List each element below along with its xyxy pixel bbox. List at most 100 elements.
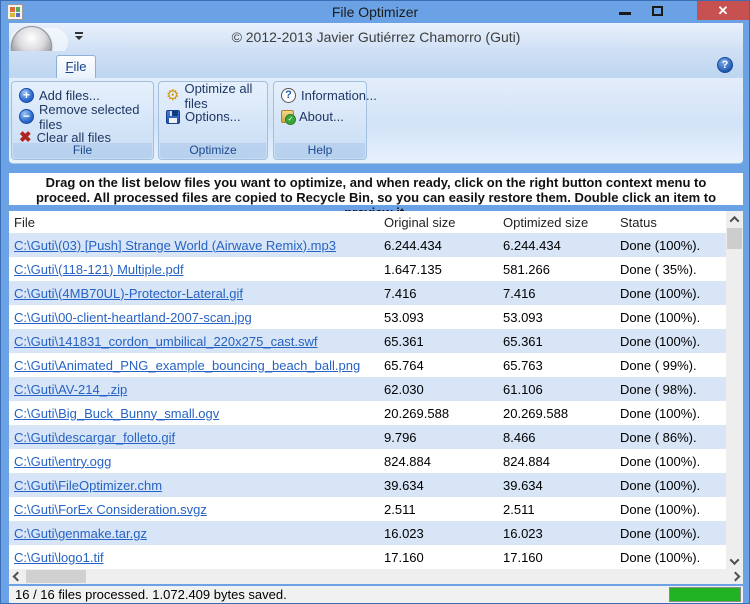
maximize-button[interactable] — [643, 1, 671, 20]
information-button[interactable]: ? Information... — [274, 85, 366, 106]
column-header-optimized-size[interactable]: Optimized size — [498, 215, 615, 230]
file-link[interactable]: C:\Guti\entry.ogg — [14, 454, 111, 469]
group-label-help: Help — [275, 143, 365, 158]
button-label: Remove selected files — [39, 102, 153, 132]
table-row[interactable]: C:\Guti\Animated_PNG_example_bouncing_be… — [9, 353, 726, 377]
file-link[interactable]: C:\Guti\AV-214_.zip — [14, 382, 127, 397]
group-label-file: File — [13, 143, 152, 158]
scroll-up-button[interactable] — [726, 211, 743, 227]
chevron-down-icon — [75, 36, 83, 40]
status-cell: Done (100%). — [615, 310, 726, 325]
original-size-cell: 7.416 — [379, 286, 498, 301]
table-row[interactable]: C:\Guti\00-client-heartland-2007-scan.jp… — [9, 305, 726, 329]
minimize-icon — [619, 12, 631, 15]
table-row[interactable]: C:\Guti\FileOptimizer.chm 39.634 39.634 … — [9, 473, 726, 497]
table-row[interactable]: C:\Guti\(03) [Push] Strange World (Airwa… — [9, 233, 726, 257]
table-row[interactable]: C:\Guti\entry.ogg 824.884 824.884 Done (… — [9, 449, 726, 473]
table-row[interactable]: C:\Guti\AV-214_.zip 62.030 61.106 Done (… — [9, 377, 726, 401]
optimized-size-cell: 8.466 — [498, 430, 615, 445]
table-row[interactable]: C:\Guti\ForEx Consideration.svgz 2.511 2… — [9, 497, 726, 521]
file-cell: C:\Guti\entry.ogg — [9, 454, 379, 469]
optimized-size-cell: 39.634 — [498, 478, 615, 493]
status-cell: Done (100%). — [615, 478, 726, 493]
table-row[interactable]: C:\Guti\141831_cordon_umbilical_220x275_… — [9, 329, 726, 353]
file-link[interactable]: C:\Guti\00-client-heartland-2007-scan.jp… — [14, 310, 252, 325]
table-row[interactable]: C:\Guti\descargar_folleto.gif 9.796 8.46… — [9, 425, 726, 449]
button-label: Optimize all files — [184, 81, 267, 111]
file-link[interactable]: C:\Guti\(118-121) Multiple.pdf — [14, 262, 184, 277]
original-size-cell: 17.160 — [379, 550, 498, 565]
horizontal-scrollbar[interactable] — [9, 569, 743, 584]
file-link[interactable]: C:\Guti\genmake.tar.gz — [14, 526, 147, 541]
file-link[interactable]: C:\Guti\141831_cordon_umbilical_220x275_… — [14, 334, 318, 349]
column-header-status[interactable]: Status — [615, 215, 726, 230]
column-header-original-size[interactable]: Original size — [379, 215, 498, 230]
instruction-text: Drag on the list below files you want to… — [9, 173, 743, 205]
vertical-scroll-thumb[interactable] — [727, 228, 742, 249]
optimized-size-cell: 20.269.588 — [498, 406, 615, 421]
status-cell: Done ( 99%). — [615, 358, 726, 373]
help-icon[interactable]: ? — [717, 57, 733, 73]
optimized-size-cell: 6.244.434 — [498, 238, 615, 253]
vertical-scrollbar[interactable] — [726, 211, 743, 569]
quick-access-toolbar-arrow[interactable] — [74, 32, 83, 40]
file-link[interactable]: C:\Guti\logo1.tif — [14, 550, 104, 565]
chevron-left-icon — [12, 572, 22, 582]
about-icon — [281, 110, 294, 123]
close-button[interactable]: ✕ — [697, 1, 749, 20]
status-cell: Done (100%). — [615, 406, 726, 421]
app-window: File Optimizer ✕ © 2012-2013 Javier Guti… — [0, 0, 750, 604]
scroll-down-button[interactable] — [726, 553, 743, 569]
column-header-file[interactable]: File — [9, 215, 379, 230]
table-row[interactable]: C:\Guti\(4MB70UL)-Protector-Lateral.gif … — [9, 281, 726, 305]
original-size-cell: 65.764 — [379, 358, 498, 373]
original-size-cell: 2.511 — [379, 502, 498, 517]
file-link[interactable]: C:\Guti\ForEx Consideration.svgz — [14, 502, 207, 517]
status-cell: Done ( 98%). — [615, 382, 726, 397]
original-size-cell: 824.884 — [379, 454, 498, 469]
information-icon: ? — [281, 88, 296, 103]
file-link[interactable]: C:\Guti\FileOptimizer.chm — [14, 478, 162, 493]
optimized-size-cell: 581.266 — [498, 262, 615, 277]
optimized-size-cell: 2.511 — [498, 502, 615, 517]
tab-file[interactable]: File — [56, 55, 96, 78]
about-button[interactable]: About... — [274, 106, 366, 127]
status-cell: Done (100%). — [615, 550, 726, 565]
table-row[interactable]: C:\Guti\genmake.tar.gz 16.023 16.023 Don… — [9, 521, 726, 545]
remove-selected-files-button[interactable]: − Remove selected files — [12, 106, 153, 127]
original-size-cell: 65.361 — [379, 334, 498, 349]
optimized-size-cell: 824.884 — [498, 454, 615, 469]
original-size-cell: 20.269.588 — [379, 406, 498, 421]
optimize-all-files-button[interactable]: ⚙ Optimize all files — [159, 85, 267, 106]
scroll-left-button[interactable] — [9, 569, 25, 584]
status-cell: Done (100%). — [615, 526, 726, 541]
add-icon: + — [19, 88, 34, 103]
scroll-right-button[interactable] — [727, 569, 743, 584]
group-label-optimize: Optimize — [160, 143, 266, 158]
table-row[interactable]: C:\Guti\Big_Buck_Bunny_small.ogv 20.269.… — [9, 401, 726, 425]
chevron-right-icon — [730, 572, 740, 582]
chevron-down-icon — [730, 555, 740, 565]
optimized-size-cell: 7.416 — [498, 286, 615, 301]
original-size-cell: 53.093 — [379, 310, 498, 325]
status-cell: Done (100%). — [615, 502, 726, 517]
file-cell: C:\Guti\(03) [Push] Strange World (Airwa… — [9, 238, 379, 253]
table-row[interactable]: C:\Guti\logo1.tif 17.160 17.160 Done (10… — [9, 545, 726, 569]
file-cell: C:\Guti\descargar_folleto.gif — [9, 430, 379, 445]
optimized-size-cell: 65.763 — [498, 358, 615, 373]
table-row[interactable]: C:\Guti\(118-121) Multiple.pdf 1.647.135… — [9, 257, 726, 281]
file-link[interactable]: C:\Guti\descargar_folleto.gif — [14, 430, 175, 445]
file-link[interactable]: C:\Guti\(4MB70UL)-Protector-Lateral.gif — [14, 286, 243, 301]
minimize-button[interactable] — [611, 1, 639, 20]
status-text: 16 / 16 files processed. 1.072.409 bytes… — [15, 587, 287, 602]
progress-bar — [669, 587, 741, 602]
file-cell: C:\Guti\FileOptimizer.chm — [9, 478, 379, 493]
ribbon-group-optimize: ⚙ Optimize all files Options... Optimize — [158, 81, 268, 160]
file-link[interactable]: C:\Guti\Big_Buck_Bunny_small.ogv — [14, 406, 219, 421]
optimize-icon: ⚙ — [166, 88, 179, 103]
options-icon — [166, 110, 180, 124]
file-link[interactable]: C:\Guti\Animated_PNG_example_bouncing_be… — [14, 358, 360, 373]
original-size-cell: 1.647.135 — [379, 262, 498, 277]
file-link[interactable]: C:\Guti\(03) [Push] Strange World (Airwa… — [14, 238, 336, 253]
horizontal-scroll-thumb[interactable] — [26, 570, 86, 583]
